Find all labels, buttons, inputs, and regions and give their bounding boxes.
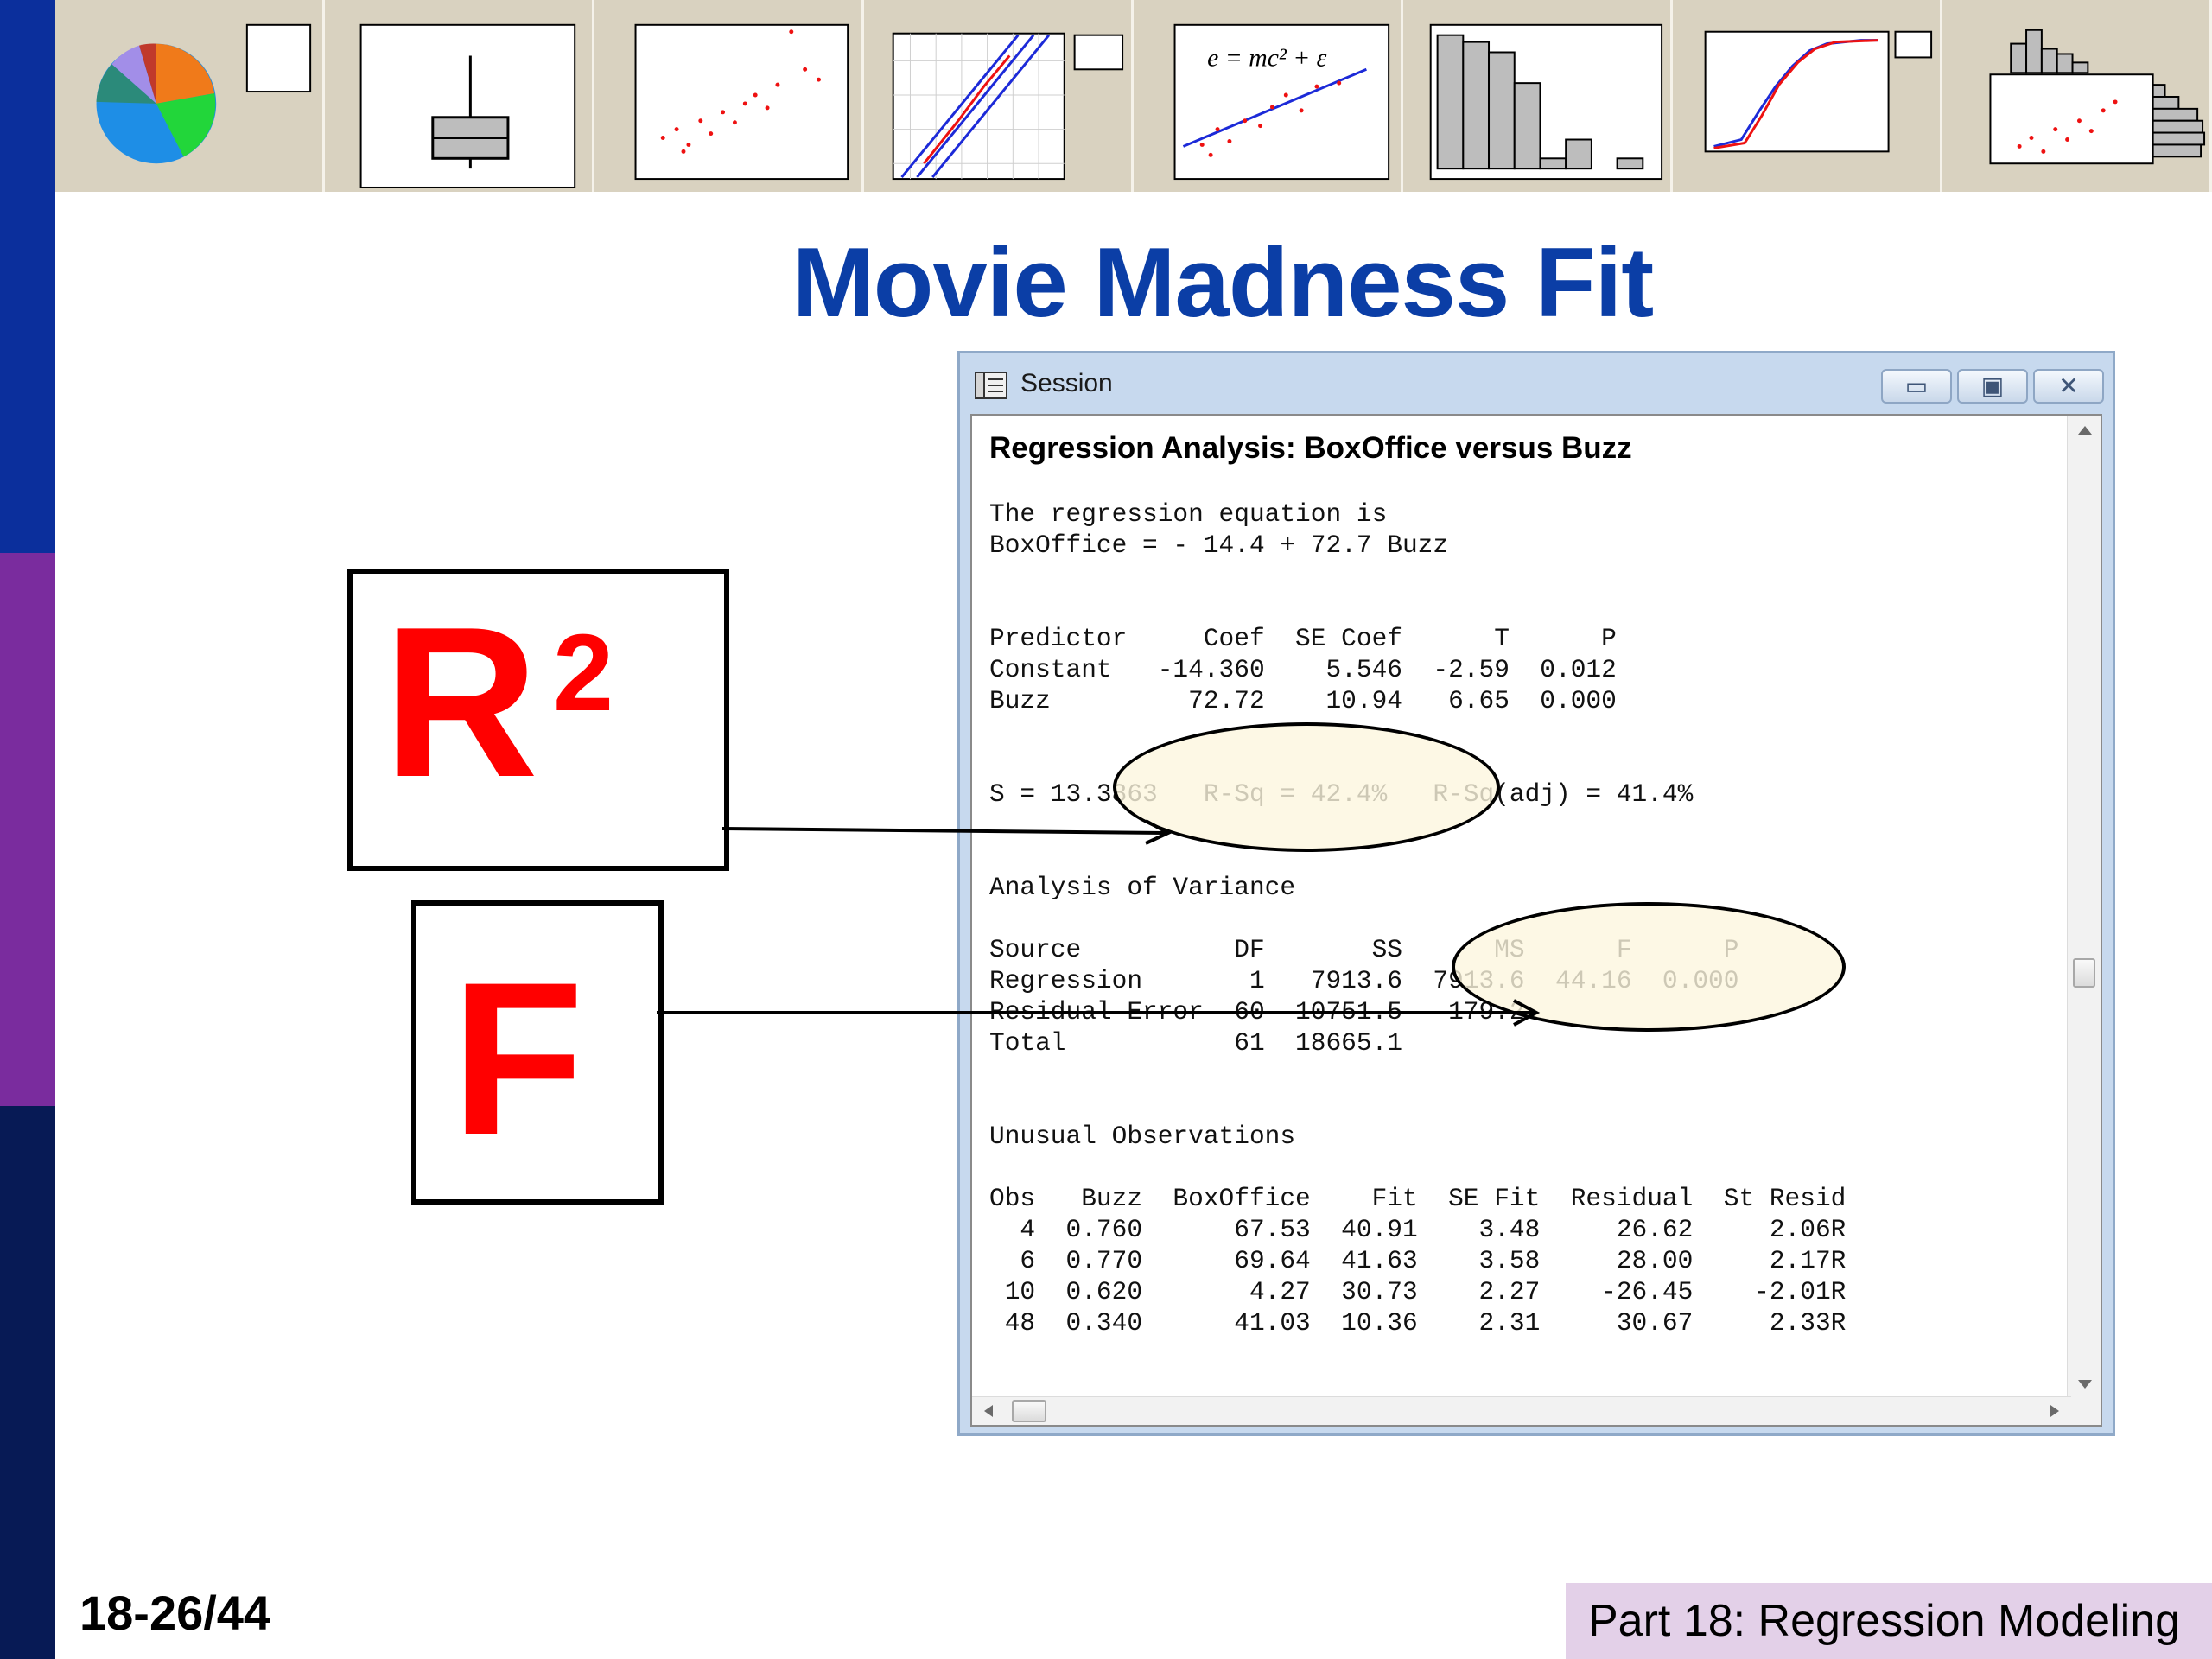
r-squared-label: R (384, 582, 539, 822)
coef-table-header: Predictor Coef SE Coef T P (989, 624, 1617, 653)
unusual-header: Obs Buzz BoxOffice Fit SE Fit Residual S… (989, 1184, 1847, 1213)
scroll-right-arrow-icon[interactable] (2050, 1405, 2059, 1417)
anova-title: Analysis of Variance (989, 873, 1296, 902)
slide-title: Movie Madness Fit (791, 228, 1655, 338)
r-squared-label-box: R 2 (347, 569, 729, 871)
f-statistic-label-box: F (411, 900, 664, 1205)
f-statistic-highlight-ellipse (1452, 902, 1846, 1032)
vertical-scrollbar[interactable] (2067, 416, 2101, 1401)
coef-row-buzz: Buzz 72.72 10.94 6.65 0.000 (989, 686, 1617, 715)
unusual-row: 10 0.620 4.27 30.73 2.27 -26.45 -2.01R (989, 1277, 1847, 1306)
session-icon (975, 372, 1007, 399)
sidebar-segment-bottom (0, 1106, 55, 1659)
slide-number: 18-26/44 (79, 1586, 271, 1640)
unusual-row: 4 0.760 67.53 40.91 3.48 26.62 2.06R (989, 1215, 1847, 1244)
sidebar-segment-middle (0, 553, 55, 1106)
scroll-up-arrow-icon[interactable] (2078, 426, 2092, 435)
horizontal-scrollbar[interactable] (972, 1396, 2071, 1425)
regression-equation: BoxOffice = - 14.4 + 72.7 Buzz (989, 531, 1449, 560)
scroll-down-arrow-icon[interactable] (2078, 1380, 2092, 1389)
anova-row-residual: Residual Error 60 10751.5 179.2 (989, 997, 1525, 1027)
scroll-left-arrow-icon[interactable] (984, 1405, 993, 1417)
minimize-button[interactable]: ▭ (1881, 369, 1952, 404)
session-output-text[interactable]: Regression Analysis: BoxOffice versus Bu… (972, 416, 2069, 1401)
maximize-button[interactable]: ▣ (1957, 369, 2028, 404)
histogram-icon (1403, 0, 1673, 192)
regression-heading: Regression Analysis: BoxOffice versus Bu… (989, 431, 1632, 465)
resize-grip-icon[interactable] (2068, 1397, 2101, 1425)
r-squared-highlight-ellipse (1113, 722, 1500, 852)
equation-text: e = mc² + ε (1207, 44, 1327, 72)
coef-row-constant: Constant -14.360 5.546 -2.59 0.012 (989, 655, 1617, 684)
window-title: Session (1020, 369, 1113, 397)
close-icon: ✕ (2058, 372, 2079, 399)
probability-plot-icon (864, 0, 1134, 192)
thumbnail-strip: e = mc² + ε (55, 0, 2212, 192)
marginal-plot-icon (1942, 0, 2212, 192)
f-statistic-label: F (451, 938, 584, 1180)
horizontal-scroll-thumb[interactable] (1012, 1400, 1046, 1422)
session-window[interactable]: Session ▭ ▣ ✕ Regression Analysis: BoxOf… (957, 351, 2115, 1436)
maximize-icon: ▣ (1980, 372, 2005, 399)
unusual-row: 6 0.770 69.64 41.63 3.58 28.00 2.17R (989, 1246, 1847, 1275)
vertical-scroll-thumb[interactable] (2073, 958, 2095, 988)
close-button[interactable]: ✕ (2033, 369, 2104, 404)
footer-banner: Part 18: Regression Modeling (1566, 1583, 2212, 1659)
footer-text: Part 18: Regression Modeling (1588, 1596, 2181, 1646)
unusual-title: Unusual Observations (989, 1122, 1296, 1151)
unusual-row: 48 0.340 41.03 10.36 2.31 30.67 2.33R (989, 1308, 1847, 1338)
scatterplot-icon (594, 0, 864, 192)
window-titlebar[interactable]: Session ▭ ▣ ✕ (960, 353, 2113, 410)
equation-intro: The regression equation is (989, 499, 1388, 529)
anova-row-total: Total 61 18665.1 (989, 1028, 1402, 1058)
scatterplot-fit-icon: e = mc² + ε (1134, 0, 1403, 192)
pie-chart-icon (55, 0, 325, 192)
r-squared-superscript: 2 (553, 612, 614, 734)
boxplot-icon (325, 0, 594, 192)
minimize-icon: ▭ (1904, 372, 1929, 399)
ecdf-plot-icon (1673, 0, 1942, 192)
